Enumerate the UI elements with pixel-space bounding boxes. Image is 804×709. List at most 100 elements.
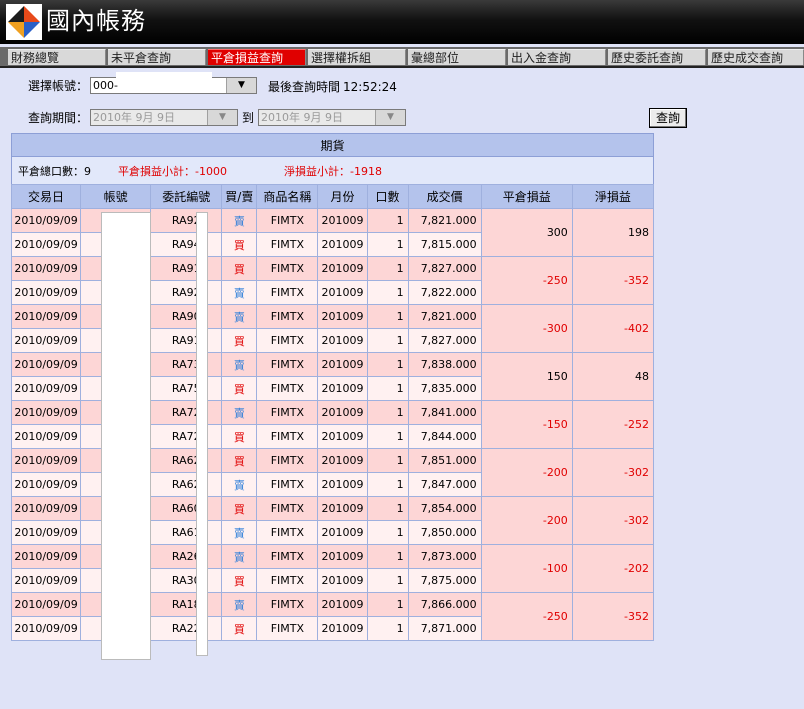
cell-price: 7,835.000 — [407, 376, 482, 401]
tab-bar: 財務總覽 未平倉查詢 平倉損益查詢 選擇權拆組 彙總部位 出入金查詢 歷史委託查… — [0, 47, 804, 68]
col-header-month[interactable]: 月份 — [317, 184, 368, 209]
to-label: 到 — [242, 111, 255, 125]
cell-net-pnl: 48 — [571, 352, 655, 401]
cell-price: 7,822.000 — [407, 280, 482, 305]
cell-order-no: RA26 — [150, 544, 223, 569]
grid-title: 期貨 — [11, 133, 654, 157]
col-header-side[interactable]: 買/賣 — [221, 184, 258, 209]
cell-side: 買 — [221, 448, 258, 473]
cell-side: 賣 — [221, 592, 258, 617]
cell-product: FIMTX — [256, 208, 319, 233]
tab-financial-overview[interactable]: 財務總覽 — [8, 49, 106, 65]
window-title: 國內帳務 — [46, 7, 146, 35]
cell-date: 2010/09/09 — [10, 328, 82, 353]
cell-product: FIMTX — [256, 400, 319, 425]
cell-order-no: RA94 — [150, 232, 223, 257]
cell-qty: 1 — [366, 520, 409, 545]
cell-product: FIMTX — [256, 544, 319, 569]
start-date-value: 2010年 9月 9日 — [93, 111, 175, 124]
cell-month: 201009 — [317, 376, 368, 401]
cell-order-no: RA30 — [150, 568, 223, 593]
cell-date: 2010/09/09 — [10, 304, 82, 329]
period-label: 查詢期間： — [28, 111, 89, 125]
tab-open-positions[interactable]: 未平倉查詢 — [108, 49, 206, 65]
cell-date: 2010/09/09 — [10, 472, 82, 497]
cell-order-no: RA91 — [150, 328, 223, 353]
cell-net-pnl: -402 — [571, 304, 655, 353]
end-date-picker[interactable]: 2010年 9月 9日 ▼ — [258, 109, 406, 126]
dropdown-arrow-icon[interactable]: ▼ — [226, 78, 256, 93]
cell-month: 201009 — [317, 592, 368, 617]
cell-month: 201009 — [317, 256, 368, 281]
cell-product: FIMTX — [256, 352, 319, 377]
cell-product: FIMTX — [256, 328, 319, 353]
cell-closed-pnl: -250 — [480, 592, 573, 641]
cell-price: 7,866.000 — [407, 592, 482, 617]
cell-side: 買 — [221, 256, 258, 281]
dropdown-arrow-icon[interactable]: ▼ — [207, 110, 237, 125]
cell-order-no: RA75 — [150, 376, 223, 401]
col-header-date[interactable]: 交易日 — [10, 184, 82, 209]
cell-order-no: RA92 — [150, 280, 223, 305]
cell-price: 7,821.000 — [407, 304, 482, 329]
col-header-price[interactable]: 成交價 — [407, 184, 482, 209]
dropdown-arrow-icon[interactable]: ▼ — [375, 110, 405, 125]
col-header-product[interactable]: 商品名稱 — [256, 184, 319, 209]
query-button[interactable]: 查詢 — [649, 108, 687, 128]
cell-qty: 1 — [366, 256, 409, 281]
tab-order-history[interactable]: 歷史委託查詢 — [608, 49, 706, 65]
cell-net-pnl: -252 — [571, 400, 655, 449]
cell-qty: 1 — [366, 280, 409, 305]
cell-net-pnl: -352 — [571, 256, 655, 305]
cell-qty: 1 — [366, 592, 409, 617]
cell-date: 2010/09/09 — [10, 256, 82, 281]
cell-net-pnl: 198 — [571, 208, 655, 257]
app-logo-icon — [6, 4, 42, 40]
cell-date: 2010/09/09 — [10, 496, 82, 521]
cell-month: 201009 — [317, 520, 368, 545]
cell-product: FIMTX — [256, 496, 319, 521]
cell-product: FIMTX — [256, 304, 319, 329]
cell-product: FIMTX — [256, 232, 319, 257]
account-column-redaction — [101, 212, 151, 660]
cell-closed-pnl: -200 — [480, 496, 573, 545]
cell-price: 7,850.000 — [407, 520, 482, 545]
tab-deposit-withdrawal[interactable]: 出入金查詢 — [508, 49, 606, 65]
cell-qty: 1 — [366, 232, 409, 257]
col-header-net-pnl[interactable]: 淨損益 — [571, 184, 655, 209]
col-header-order-no[interactable]: 委託編號 — [150, 184, 223, 209]
cell-product: FIMTX — [256, 256, 319, 281]
cell-side: 賣 — [221, 208, 258, 233]
cell-date: 2010/09/09 — [10, 448, 82, 473]
start-date-picker[interactable]: 2010年 9月 9日 ▼ — [90, 109, 238, 126]
tab-closed-pnl[interactable]: 平倉損益查詢 — [208, 49, 306, 65]
cell-qty: 1 — [366, 568, 409, 593]
cell-side: 賣 — [221, 400, 258, 425]
cell-qty: 1 — [366, 496, 409, 521]
cell-closed-pnl: -100 — [480, 544, 573, 593]
cell-date: 2010/09/09 — [10, 616, 82, 641]
col-header-qty[interactable]: 口數 — [366, 184, 409, 209]
cell-date: 2010/09/09 — [10, 232, 82, 257]
cell-side: 賣 — [221, 472, 258, 497]
col-header-account[interactable]: 帳號 — [80, 184, 152, 209]
cell-price: 7,844.000 — [407, 424, 482, 449]
cell-month: 201009 — [317, 424, 368, 449]
cell-date: 2010/09/09 — [10, 568, 82, 593]
net-pnl-subtotal: 淨損益小計：-1918 — [284, 165, 382, 178]
cell-month: 201009 — [317, 472, 368, 497]
col-header-closed-pnl[interactable]: 平倉損益 — [480, 184, 573, 209]
cell-month: 201009 — [317, 280, 368, 305]
cell-month: 201009 — [317, 400, 368, 425]
cell-date: 2010/09/09 — [10, 280, 82, 305]
cell-order-no: RA61 — [150, 520, 223, 545]
tab-position-summary[interactable]: 彙總部位 — [408, 49, 506, 65]
cell-side: 買 — [221, 424, 258, 449]
cell-price: 7,871.000 — [407, 616, 482, 641]
cell-qty: 1 — [366, 544, 409, 569]
cell-product: FIMTX — [256, 424, 319, 449]
cell-side: 賣 — [221, 544, 258, 569]
tab-option-split[interactable]: 選擇權拆組 — [308, 49, 406, 65]
cell-order-no: RA22 — [150, 616, 223, 641]
tab-trade-history[interactable]: 歷史成交查詢 — [708, 49, 804, 65]
